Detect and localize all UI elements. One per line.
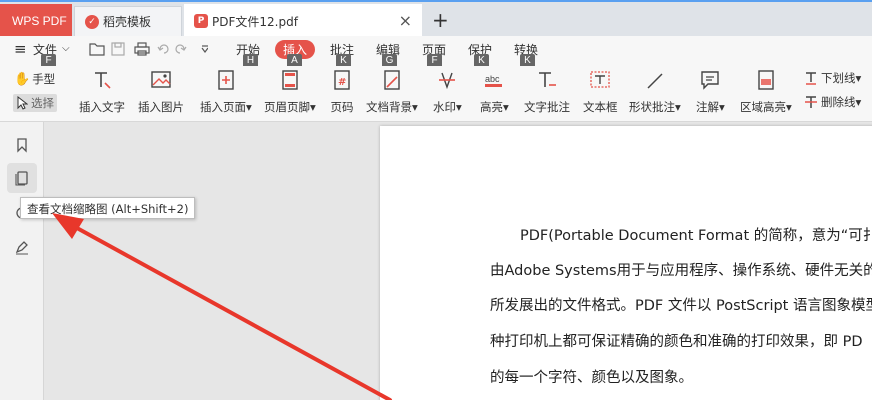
document-workspace[interactable]: PDF(Portable Document Format 的简称，意为“可扌 由… <box>44 122 872 400</box>
signature-pen-icon <box>15 241 28 255</box>
page-number-button[interactable]: # 页码 <box>330 68 354 115</box>
bookmark-icon <box>17 138 27 153</box>
left-sidebar <box>0 122 44 400</box>
watermark-label: 水印▾ <box>433 100 462 114</box>
select-tool-label: 选择 <box>31 96 54 110</box>
cursor-arrow-icon <box>17 96 28 110</box>
undo-icon <box>157 44 169 54</box>
underline-button[interactable]: 下划线 ▾ <box>804 70 861 86</box>
shape-comment-label: 形状批注▾ <box>629 100 681 114</box>
note-label: 注解▾ <box>696 100 725 114</box>
header-footer-icon <box>278 68 302 92</box>
thumbnail-panel-button[interactable] <box>7 163 37 193</box>
strikethrough-icon <box>805 96 817 108</box>
header-footer-button[interactable]: 页眉页脚▾ <box>264 68 316 115</box>
doc-line: 的每一个字符、颜色以及图象。 <box>490 370 693 386</box>
doc-background-button[interactable]: 文档背景▾ <box>366 68 418 115</box>
document-tab-label: PDF文件12.pdf <box>212 14 298 29</box>
bookmark-panel-button[interactable] <box>7 130 37 160</box>
page-number-icon: # <box>330 68 354 92</box>
tab-bar: WPS PDF ✓ 稻壳模板 P PDF文件12.pdf × + <box>0 0 872 38</box>
insert-text-button[interactable]: 插入文字 <box>79 68 125 115</box>
doc-background-label: 文档背景▾ <box>366 100 418 114</box>
page-number-label: 页码 <box>330 100 354 114</box>
thumbnail-tooltip: 查看文档缩略图 (Alt+Shift+2) <box>20 197 196 219</box>
signature-panel-button[interactable] <box>7 232 37 262</box>
area-highlight-label: 区域高亮▾ <box>740 100 792 114</box>
ribbon-toolbar: ✋ 手型 选择 插入文字 插入图片 插入页面▾ 页眉页脚▾ # 页码 文档背景▾… <box>0 66 872 122</box>
hamburger-icon[interactable]: ≡ <box>14 40 27 58</box>
save-icon <box>111 42 125 56</box>
svg-text:abc: abc <box>485 74 500 84</box>
redo-icon <box>175 44 187 54</box>
header-footer-label: 页眉页脚▾ <box>264 100 316 114</box>
add-tab-icon[interactable]: + <box>432 8 449 32</box>
hand-icon: ✋ <box>14 71 31 87</box>
app-tab[interactable]: WPS PDF <box>0 4 72 38</box>
doc-line: 种打印机上都可保证精确的颜色和准确的打印效果，即 PD <box>490 334 863 350</box>
area-highlight-icon <box>754 68 778 92</box>
doc-background-icon <box>380 68 404 92</box>
shape-comment-button[interactable]: 形状批注▾ <box>629 68 681 115</box>
text-comment-label: 文字批注 <box>524 100 570 114</box>
area-highlight-button[interactable]: 区域高亮▾ <box>740 68 792 115</box>
text-comment-button[interactable]: 文字批注 <box>524 68 570 115</box>
daoke-logo-icon: ✓ <box>85 14 99 29</box>
watermark-icon <box>435 68 459 92</box>
note-button[interactable]: 注解▾ <box>696 68 725 115</box>
underline-label: 下划线 <box>821 71 856 85</box>
watermark-button[interactable]: 水印▾ <box>433 68 462 115</box>
insert-image-label: 插入图片 <box>138 100 184 114</box>
doc-line: 所发展出的文件格式。PDF 文件以 PostScript 语言图象模型 <box>490 298 872 314</box>
insert-page-button[interactable]: 插入页面▾ <box>200 68 252 115</box>
template-tab-label: 稻壳模板 <box>103 15 152 29</box>
template-tab[interactable]: ✓ 稻壳模板 <box>74 6 182 36</box>
insert-image-button[interactable]: 插入图片 <box>138 68 184 115</box>
hand-tool-button[interactable]: ✋ 手型 <box>14 71 55 87</box>
underline-icon <box>806 72 816 85</box>
svg-text:#: # <box>338 77 346 88</box>
pdf-page[interactable]: PDF(Portable Document Format 的简称，意为“可扌 由… <box>380 126 872 400</box>
insert-text-icon <box>90 68 114 92</box>
app-name: WPS PDF <box>12 14 67 28</box>
textbox-label: 文本框 <box>583 100 618 114</box>
file-menu-chevron-icon[interactable]: ⌵ <box>62 43 70 54</box>
pdf-file-icon: P <box>194 14 208 28</box>
highlight-button[interactable]: abc 高亮▾ <box>480 68 509 115</box>
strikethrough-label: 删除线 <box>821 95 856 109</box>
note-icon <box>698 68 722 92</box>
textbox-icon <box>588 68 612 92</box>
document-tab[interactable]: P PDF文件12.pdf × <box>184 4 422 38</box>
insert-text-label: 插入文字 <box>79 100 125 114</box>
quick-access-toolbar <box>89 42 208 56</box>
strikethrough-button[interactable]: 删除线 ▾ <box>804 94 861 110</box>
doc-line: 由Adobe Systems用于与应用程序、操作系统、硬件无关的 <box>490 263 872 279</box>
close-tab-icon[interactable]: × <box>399 11 412 30</box>
menu-row: ≡ 文件 ⌵ F 开始 H 插入 A 批注 K 编辑 G 页面 F 保护 K 转… <box>0 36 872 68</box>
customize-icon <box>201 45 208 53</box>
insert-page-icon <box>214 68 238 92</box>
insert-page-label: 插入页面▾ <box>200 100 252 114</box>
thumbnail-icon <box>15 171 28 186</box>
print-icon <box>134 42 150 56</box>
wps-pdf-window: WPS PDF ✓ 稻壳模板 P PDF文件12.pdf × + ≡ 文件 ⌵ … <box>0 0 872 400</box>
hand-tool-label: 手型 <box>32 72 56 86</box>
highlight-icon: abc <box>482 68 506 92</box>
insert-image-icon <box>149 68 173 92</box>
highlight-label: 高亮▾ <box>480 100 509 114</box>
select-tool-button[interactable]: 选择 <box>13 94 57 112</box>
textbox-button[interactable]: 文本框 <box>583 68 618 115</box>
shape-comment-icon <box>643 68 667 92</box>
text-comment-icon <box>535 68 559 92</box>
open-folder-icon <box>89 43 105 56</box>
doc-line: PDF(Portable Document Format 的简称，意为“可扌 <box>520 228 872 244</box>
